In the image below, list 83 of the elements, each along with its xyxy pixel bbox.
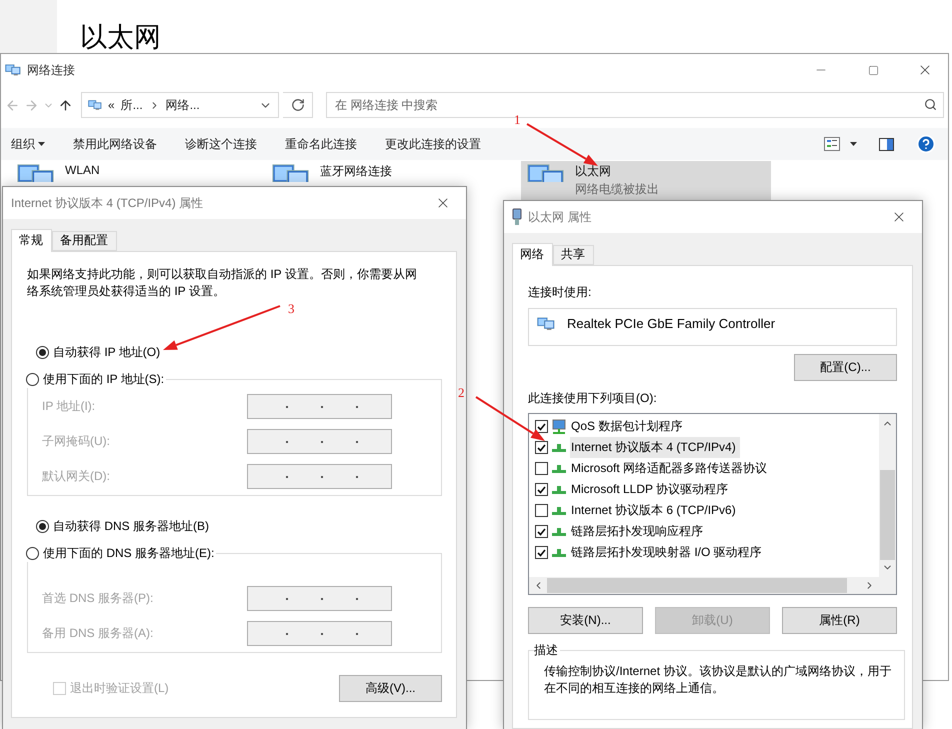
sidebar-panel bbox=[0, 0, 57, 53]
list-item[interactable]: 链路层拓扑发现映射器 I/O 驱动程序 bbox=[570, 542, 766, 563]
network-protocol-icon bbox=[551, 506, 567, 516]
toolbar-button[interactable]: 更改此连接的设置 bbox=[385, 136, 481, 152]
action-button[interactable]: 安装(N)... bbox=[528, 607, 643, 634]
radio-button[interactable] bbox=[26, 373, 39, 386]
refresh-icon bbox=[290, 98, 304, 112]
field-label: IP 地址(I): bbox=[42, 398, 96, 415]
address-bar[interactable]: « 所... 网络... bbox=[81, 92, 279, 118]
radio-label: 自动获得 IP 地址(O) bbox=[53, 344, 160, 361]
network-monitors-icon bbox=[88, 99, 102, 111]
tab[interactable]: 网络 bbox=[512, 243, 553, 266]
intro-text: 如果网络支持此功能，则可以获取自动指派的 IP 设置。否则，你需要从网络系统管理员处获得适当的 IP 设置。 bbox=[27, 266, 418, 300]
list-item[interactable]: 链路层拓扑发现响应程序 bbox=[570, 521, 707, 542]
checkbox[interactable] bbox=[535, 462, 548, 475]
adapter-name: Realtek PCIe GbE Family Controller bbox=[567, 316, 776, 331]
tab[interactable]: 备用配置 bbox=[52, 231, 117, 251]
network-protocol-icon bbox=[551, 526, 567, 536]
scrollbar-thumb[interactable] bbox=[880, 470, 895, 560]
annotation-arrow bbox=[526, 123, 598, 166]
section-label: 此连接使用下列项目(O): bbox=[528, 390, 658, 407]
caret-icon bbox=[38, 142, 45, 146]
view-options-icon[interactable] bbox=[824, 137, 840, 151]
tab[interactable]: 共享 bbox=[553, 245, 594, 265]
radio-button[interactable] bbox=[36, 346, 49, 359]
network-adapter-icon bbox=[512, 208, 522, 226]
checkbox[interactable] bbox=[535, 420, 548, 433]
radio-label: 使用下面的 IP 地址(S): bbox=[43, 371, 164, 388]
dialog-title: Internet 协议版本 4 (TCP/IPv4) 属性 bbox=[11, 194, 204, 212]
field-label: 备用 DNS 服务器(A): bbox=[42, 625, 154, 642]
field-label: 子网掩码(U): bbox=[42, 433, 111, 450]
network-protocol-icon bbox=[551, 464, 567, 474]
annotation-number: 3 bbox=[288, 302, 294, 316]
radio-button[interactable] bbox=[26, 547, 39, 560]
field-label: 默认网关(D): bbox=[42, 468, 111, 485]
vertical-scrollbar[interactable] bbox=[879, 414, 896, 577]
checkbox[interactable] bbox=[535, 504, 548, 517]
description-text: 传输控制协议/Internet 协议。该协议是默认的广域网络协议，用于在不同的相互连接的网络上通信。 bbox=[544, 663, 892, 697]
dialog-title: 以太网 属性 bbox=[528, 208, 592, 226]
advanced-button[interactable]: 高级(V)... bbox=[339, 675, 442, 702]
search-icon[interactable] bbox=[924, 98, 937, 111]
list-item[interactable]: Internet 协议版本 4 (TCP/IPv4) bbox=[570, 437, 740, 458]
toolbar-button[interactable]: 组织 bbox=[11, 136, 45, 152]
field-label: 首选 DNS 服务器(P): bbox=[42, 590, 154, 607]
configure-button[interactable]: 配置(C)... bbox=[794, 354, 897, 381]
network-protocol-icon bbox=[551, 442, 567, 452]
list-item[interactable]: Microsoft LLDP 协议驱动程序 bbox=[570, 479, 732, 500]
tab[interactable]: 常规 bbox=[11, 229, 52, 252]
group-title: 描述 bbox=[534, 642, 560, 659]
refresh-button[interactable] bbox=[283, 92, 313, 118]
page-title: 以太网 bbox=[79, 21, 161, 53]
radio-button[interactable] bbox=[36, 520, 49, 533]
breadcrumb-overflow: « bbox=[108, 98, 115, 112]
toolbar-button[interactable]: 重命名此连接 bbox=[285, 136, 357, 152]
checkbox[interactable] bbox=[535, 441, 548, 454]
radio-label: 使用下面的 DNS 服务器地址(E): bbox=[43, 545, 214, 562]
network-monitors-icon bbox=[5, 63, 21, 77]
checkbox[interactable] bbox=[535, 546, 548, 559]
window-title: 网络连接 bbox=[27, 62, 76, 78]
help-icon[interactable] bbox=[916, 134, 936, 154]
checkbox[interactable] bbox=[535, 525, 548, 538]
list-item[interactable]: Internet 协议版本 6 (TCP/IPv6) bbox=[570, 500, 740, 521]
network-protocol-icon bbox=[551, 484, 567, 494]
horizontal-scrollbar[interactable] bbox=[529, 577, 879, 594]
preview-pane-icon[interactable] bbox=[879, 138, 894, 150]
breadcrumb-item[interactable]: 网络... bbox=[166, 96, 200, 114]
list-item[interactable]: QoS 数据包计划程序 bbox=[570, 416, 686, 437]
service-monitor-icon bbox=[551, 418, 567, 434]
network-monitors-icon bbox=[537, 316, 555, 332]
checkbox[interactable] bbox=[535, 483, 548, 496]
list-item[interactable]: Microsoft 网络适配器多路传送器协议 bbox=[570, 458, 772, 479]
section-label: 连接时使用: bbox=[528, 284, 592, 301]
network-protocol-icon bbox=[551, 548, 567, 558]
toolbar-button[interactable]: 禁用此网络设备 bbox=[73, 136, 157, 152]
annotation-number: 2 bbox=[458, 386, 464, 400]
scrollbar-thumb[interactable] bbox=[547, 578, 847, 593]
breadcrumb-item[interactable]: 所... bbox=[120, 96, 143, 114]
network-monitors-icon bbox=[527, 163, 565, 182]
radio-label: 自动获得 DNS 服务器地址(B) bbox=[53, 518, 209, 535]
caret-icon[interactable] bbox=[850, 142, 857, 146]
action-button[interactable]: 属性(R) bbox=[782, 607, 897, 634]
checkbox-label: 退出时验证设置(L) bbox=[70, 680, 169, 697]
toolbar-button[interactable]: 诊断这个连接 bbox=[185, 136, 257, 152]
